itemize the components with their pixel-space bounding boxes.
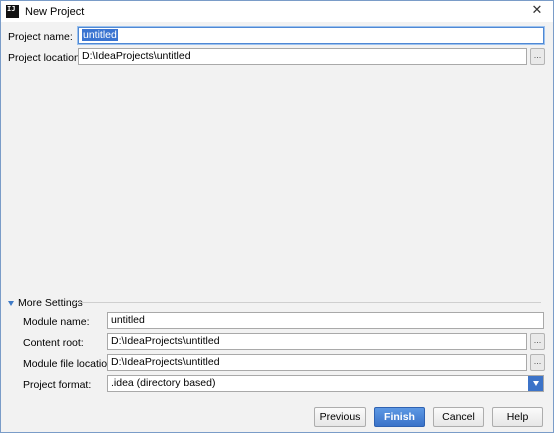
content-root-input[interactable]: D:\IdeaProjects\untitled (107, 333, 527, 350)
dropdown-arrow-icon[interactable] (528, 376, 543, 391)
project-location-browse-button[interactable]: ... (530, 48, 545, 65)
module-name-input[interactable]: untitled (107, 312, 544, 329)
finish-button[interactable]: Finish (374, 407, 425, 427)
module-file-location-label: Module file location: (23, 358, 116, 370)
window-title: New Project (25, 5, 85, 18)
project-location-label: Project location: (8, 52, 83, 64)
content-root-browse-button[interactable]: ... (530, 333, 545, 350)
project-name-value: untitled (82, 29, 118, 41)
intellij-icon: IJ (6, 5, 19, 18)
cancel-button[interactable]: Cancel (433, 407, 484, 427)
more-settings-label: More Settings (18, 297, 83, 309)
module-file-location-input[interactable]: D:\IdeaProjects\untitled (107, 354, 527, 371)
help-button[interactable]: Help (492, 407, 543, 427)
project-format-label: Project format: (23, 379, 92, 391)
project-format-select[interactable]: .idea (directory based) (107, 375, 544, 392)
more-settings-divider (73, 302, 541, 303)
project-name-input[interactable]: untitled (78, 27, 544, 44)
previous-button[interactable]: Previous (314, 407, 366, 427)
collapse-triangle-icon (8, 300, 14, 306)
project-format-value: .idea (directory based) (111, 377, 216, 389)
module-file-location-browse-button[interactable]: ... (530, 354, 545, 371)
content-root-label: Content root: (23, 337, 84, 349)
new-project-dialog: IJ New Project ✕ Project name: untitled … (0, 0, 554, 433)
project-location-input[interactable]: D:\IdeaProjects\untitled (78, 48, 527, 65)
project-name-label: Project name: (8, 31, 73, 43)
module-name-label: Module name: (23, 316, 90, 328)
title-bar: IJ New Project ✕ (1, 1, 553, 22)
close-icon[interactable]: ✕ (529, 3, 545, 19)
more-settings-toggle[interactable]: More Settings (8, 297, 83, 309)
